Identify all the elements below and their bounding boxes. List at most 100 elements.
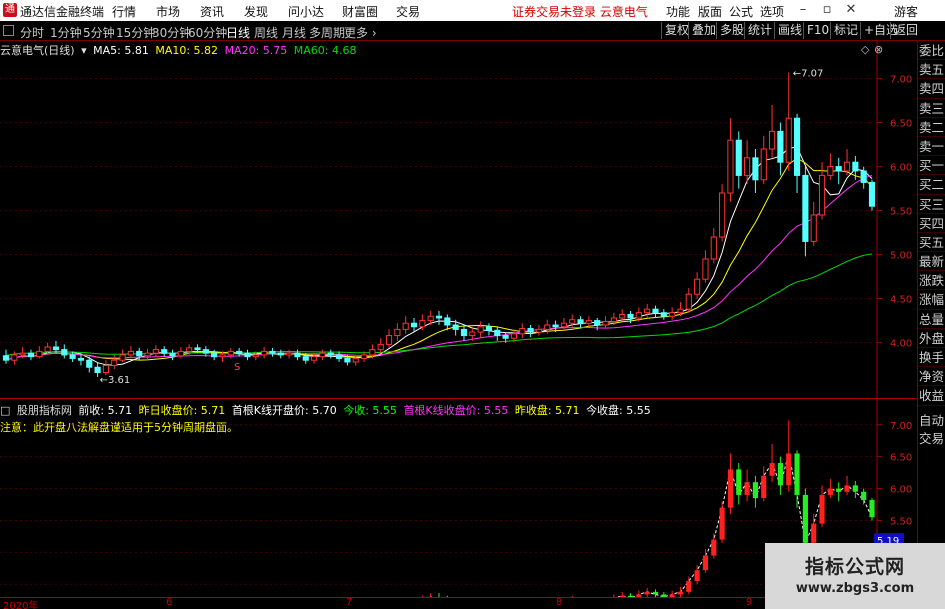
main-kline-panel[interactable]: 云意电气(日线) ▾ MA5: 5.81 MA10: 5.82 MA20: 5.…: [0, 41, 917, 399]
candle-body: [835, 166, 842, 172]
sub-bar-body: [769, 463, 775, 476]
menu-layout[interactable]: 版面: [698, 3, 722, 20]
candle-body: [419, 320, 426, 328]
overlay-button[interactable]: 叠加: [688, 22, 719, 39]
side-tab-16[interactable]: 换手: [918, 348, 945, 368]
menu-trade[interactable]: 交易: [396, 3, 420, 20]
ma10-line: [5, 157, 873, 361]
trade-login-warning[interactable]: 证券交易未登录 云意电气: [512, 3, 648, 20]
period-weekly[interactable]: 周线: [254, 24, 278, 41]
candle-body: [585, 320, 592, 324]
candle-body: [460, 328, 468, 337]
period-more[interactable]: 更多 ›: [344, 24, 377, 41]
side-tab-0[interactable]: 委比: [918, 41, 945, 61]
menu-market-quotes[interactable]: 行情: [112, 3, 136, 20]
candle-body: [302, 356, 309, 361]
candle-body: [169, 352, 176, 357]
sub-bar-body: [811, 523, 817, 543]
side-tab-bottom-1[interactable]: 交易: [918, 430, 945, 448]
candle-body: [194, 347, 201, 351]
side-tab-6[interactable]: 买一: [918, 156, 945, 176]
candle-body: [136, 350, 143, 357]
menu-functions[interactable]: 功能: [666, 3, 690, 20]
main-chart-canvas[interactable]: 7.00 6.50 6.00 5.50 5.00 4.50 4.00 ←7.07 ←3.61 S ◇…: [0, 41, 917, 399]
candle-body: [768, 130, 776, 150]
stats-button[interactable]: 统计: [744, 22, 775, 39]
candle-body: [535, 328, 543, 333]
candle-body: [694, 278, 701, 295]
mark-button[interactable]: 标记: [830, 22, 861, 39]
side-tab-15[interactable]: 外盘: [918, 329, 945, 348]
menu-market[interactable]: 市场: [156, 3, 180, 20]
candle-body: [261, 350, 268, 356]
menu-ask-xiaoda[interactable]: 问小达: [288, 3, 324, 20]
sell-marker: S: [234, 362, 240, 373]
menu-formula[interactable]: 公式: [729, 3, 753, 20]
period-monthly[interactable]: 月线: [282, 24, 306, 41]
period-60min[interactable]: 60分钟: [188, 24, 227, 41]
candle-body: [702, 258, 709, 280]
period-15min[interactable]: 15分钟: [116, 24, 155, 41]
candle-body: [677, 308, 684, 314]
candle-body: [377, 343, 384, 351]
draw-button[interactable]: 画线: [774, 22, 805, 39]
side-tab-5[interactable]: 卖一: [918, 137, 945, 157]
side-tab-9[interactable]: 买四: [918, 214, 945, 233]
y-tick-label: 7.00: [890, 75, 912, 86]
candle-body: [710, 236, 717, 260]
menu-wealth-circle[interactable]: 财富圈: [342, 3, 378, 20]
menu-discover[interactable]: 发现: [244, 3, 268, 20]
panel-toggle-icon[interactable]: [3, 25, 14, 36]
side-tab-12[interactable]: 涨跌: [918, 271, 945, 291]
side-tab-13[interactable]: 涨幅: [918, 290, 945, 310]
sub-bar-body: [819, 494, 825, 524]
side-tab-11[interactable]: 最新: [918, 252, 945, 272]
minimize-icon[interactable]: –: [794, 1, 812, 19]
back-button[interactable]: 返回: [890, 22, 921, 39]
candle-body: [211, 352, 218, 358]
side-tab-2[interactable]: 卖四: [918, 79, 945, 99]
candle-body: [619, 313, 626, 319]
side-tab-17[interactable]: 净资: [918, 367, 945, 387]
side-tab-1[interactable]: 卖五: [918, 60, 945, 80]
high-price-label: ←7.07: [793, 68, 824, 79]
side-tab-8[interactable]: 买三: [918, 195, 945, 214]
side-tab-14[interactable]: 总量: [918, 310, 945, 329]
side-tab-bottom-0[interactable]: 自动: [918, 412, 945, 430]
period-1min[interactable]: 1分钟: [50, 24, 82, 41]
close-icon[interactable]: ✕: [842, 1, 860, 19]
sub-bar-body: [802, 494, 808, 543]
candle-body: [11, 354, 18, 361]
guest-login[interactable]: 游客: [894, 3, 918, 20]
candle-body: [427, 315, 434, 322]
x-tick-9: 9: [746, 597, 753, 608]
side-tab-10[interactable]: 买五: [918, 233, 945, 253]
candle-body: [294, 352, 301, 358]
candle-body: [577, 319, 584, 324]
period-multi[interactable]: 多周期: [309, 24, 345, 41]
side-tab-7[interactable]: 买二: [918, 175, 945, 195]
f10-button[interactable]: F10: [803, 22, 832, 39]
y-tick-label: 4.50: [890, 295, 912, 306]
menu-news[interactable]: 资讯: [200, 3, 224, 20]
menu-options[interactable]: 选项: [760, 3, 784, 20]
period-tick[interactable]: 分时: [20, 24, 44, 41]
app-title: 通达信金融终端: [20, 5, 105, 19]
period-5min[interactable]: 5分钟: [83, 24, 115, 41]
y-tick-label: 5.00: [890, 251, 912, 262]
period-30min[interactable]: 30分钟: [152, 24, 191, 41]
side-tab-4[interactable]: 卖二: [918, 118, 945, 137]
side-tab-3[interactable]: 卖三: [918, 99, 945, 118]
side-tab-18[interactable]: 收益: [918, 386, 945, 406]
candle-body: [227, 350, 234, 356]
maximize-icon[interactable]: ▫: [818, 1, 836, 19]
multi-stock-button[interactable]: 多股: [716, 22, 747, 39]
candle-body: [452, 324, 459, 330]
candle-body: [552, 324, 559, 328]
period-daily[interactable]: 日线: [226, 24, 250, 41]
candle-body: [311, 356, 318, 361]
candle-body: [685, 293, 692, 310]
sub-bar-body: [719, 507, 725, 540]
y-tick-label: 5.50: [890, 207, 912, 218]
sub-bar-body: [852, 485, 858, 492]
